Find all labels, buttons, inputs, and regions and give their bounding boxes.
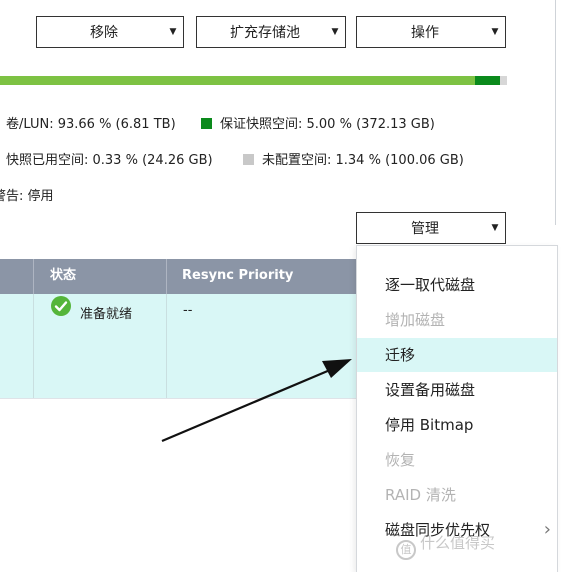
watermark-logo: 值	[396, 540, 416, 560]
watermark: 值什么值得买	[396, 532, 495, 560]
annotation-arrow	[161, 359, 352, 443]
watermark-text: 什么值得买	[420, 534, 496, 552]
